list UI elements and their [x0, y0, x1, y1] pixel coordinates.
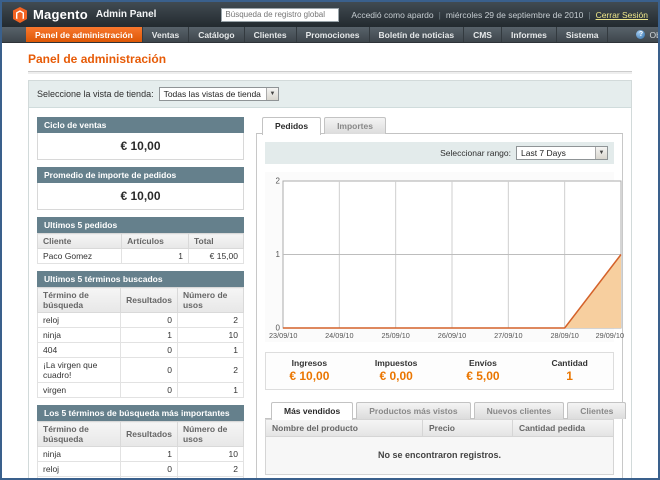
svg-text:28/09/10: 28/09/10 — [550, 331, 578, 340]
svg-text:27/09/10: 27/09/10 — [494, 331, 522, 340]
global-search-input[interactable] — [221, 8, 339, 22]
average-orders-box: Promedio de importe de pedidos € 10,00 — [37, 167, 244, 210]
table-row[interactable]: Paco Gomez 1 € 15,00 — [38, 249, 244, 264]
orders-panel: Seleccionar rango: Last 7 Days ▼ 01223/0… — [256, 134, 623, 480]
store-view-select[interactable]: Todas las vistas de tienda ▼ — [159, 87, 279, 101]
svg-text:1: 1 — [276, 250, 281, 259]
range-label: Seleccionar rango: — [440, 148, 511, 158]
last-search-terms-title: Ultimos 5 términos buscados — [37, 271, 244, 287]
grid-tabs: Más vendidos Productos más vistos Nuevos… — [265, 402, 614, 419]
table-row[interactable]: ninja 1 10 — [38, 447, 244, 462]
grid-empty-message: No se encontraron registros. — [265, 437, 614, 475]
dashboard-content: Seleccione la vista de tienda: Todas las… — [28, 80, 632, 480]
get-help-link[interactable]: ? Obtener ayuda para esta página — [626, 27, 660, 42]
lifetime-sales-title: Ciclo de ventas — [37, 117, 244, 133]
stat-revenue: Ingresos € 10,00 — [266, 358, 353, 383]
browser-window: Magento Admin Panel Accedió como apardo … — [0, 0, 660, 480]
sidebar: Ciclo de ventas € 10,00 Promedio de impo… — [37, 117, 244, 480]
admin-header: Magento Admin Panel Accedió como apardo … — [2, 2, 658, 27]
table-row[interactable]: ¡La virgen que cuadro! 0 2 — [38, 358, 244, 383]
nav-item-promotions[interactable]: Promociones — [297, 27, 370, 42]
average-orders-value: € 10,00 — [37, 183, 244, 210]
range-select[interactable]: Last 7 Days ▼ — [516, 146, 608, 160]
help-icon: ? — [636, 30, 645, 39]
last-orders-box: Ultimos 5 pedidos Cliente Artículos Tota… — [37, 217, 244, 264]
table-row[interactable]: ¡La virgen que cuadro! 0 2 — [38, 477, 244, 480]
nav-item-sales[interactable]: Ventas — [143, 27, 189, 42]
main-nav: Panel de administración Ventas Catálogo … — [2, 27, 658, 43]
nav-item-customers[interactable]: Clientes — [245, 27, 297, 42]
stat-quantity: Cantidad 1 — [526, 358, 613, 383]
last-search-terms-box: Ultimos 5 términos buscados Término de b… — [37, 271, 244, 398]
average-orders-title: Promedio de importe de pedidos — [37, 167, 244, 183]
magento-logo: Magento Admin Panel — [12, 7, 156, 23]
svg-text:26/09/10: 26/09/10 — [438, 331, 466, 340]
svg-text:2: 2 — [276, 177, 281, 186]
stat-tax: Impuestos € 0,00 — [353, 358, 440, 383]
table-row[interactable]: 404 0 1 — [38, 343, 244, 358]
chevron-down-icon: ▼ — [595, 147, 607, 159]
table-row[interactable]: reloj 0 2 — [38, 462, 244, 477]
nav-item-catalog[interactable]: Catálogo — [189, 27, 244, 42]
logged-in-as: Accedió como apardo — [351, 10, 433, 20]
top-search-terms-title: Los 5 términos de búsqueda más important… — [37, 405, 244, 421]
top-search-terms-box: Los 5 términos de búsqueda más important… — [37, 405, 244, 480]
svg-text:23/09/10: 23/09/10 — [269, 331, 297, 340]
lifetime-sales-box: Ciclo de ventas € 10,00 — [37, 117, 244, 160]
page-title: Panel de administración — [28, 52, 632, 72]
bestsellers-grid-header: Nombre del producto Precio Cantidad pedi… — [265, 419, 614, 437]
nav-item-reports[interactable]: Informes — [502, 27, 557, 42]
table-row[interactable]: virgen 0 1 — [38, 383, 244, 398]
store-view-label: Seleccione la vista de tienda: — [37, 89, 154, 99]
nav-item-system[interactable]: Sistema — [557, 27, 609, 42]
store-view-bar: Seleccione la vista de tienda: Todas las… — [29, 81, 631, 108]
logout-link[interactable]: Cerrar Sesión — [596, 10, 648, 20]
tab-amounts[interactable]: Importes — [324, 117, 386, 134]
nav-item-cms[interactable]: CMS — [464, 27, 502, 42]
table-row[interactable]: reloj 0 2 — [38, 313, 244, 328]
table-row[interactable]: ninja 1 10 — [38, 328, 244, 343]
svg-text:24/09/10: 24/09/10 — [325, 331, 353, 340]
nav-item-newsletter[interactable]: Boletín de noticias — [370, 27, 465, 42]
brand-name: Magento — [33, 7, 88, 22]
tab-orders[interactable]: Pedidos — [262, 117, 321, 135]
chevron-down-icon: ▼ — [266, 88, 278, 100]
svg-text:29/09/10: 29/09/10 — [596, 331, 624, 340]
tab-most-viewed[interactable]: Productos más vistos — [356, 402, 470, 419]
stat-shipping: Envíos € 5,00 — [440, 358, 527, 383]
totals-strip: Ingresos € 10,00 Impuestos € 0,00 Envíos… — [265, 352, 614, 390]
last-orders-title: Ultimos 5 pedidos — [37, 217, 244, 233]
tab-new-customers[interactable]: Nuevos clientes — [474, 402, 565, 419]
svg-text:25/09/10: 25/09/10 — [381, 331, 409, 340]
dashboard-main: Pedidos Importes Seleccionar rango: Last… — [256, 117, 623, 480]
diagram-tabs: Pedidos Importes — [256, 117, 623, 134]
nav-item-dashboard[interactable]: Panel de administración — [26, 27, 143, 42]
magento-logo-icon — [12, 7, 28, 23]
current-date: miércoles 29 de septiembre de 2010 — [446, 10, 584, 20]
tab-bestsellers[interactable]: Más vendidos — [271, 402, 353, 420]
tab-customers[interactable]: Clientes — [567, 402, 626, 419]
lifetime-sales-value: € 10,00 — [37, 133, 244, 160]
orders-chart: 01223/09/1024/09/1025/09/1026/09/1027/09… — [267, 174, 625, 342]
orders-chart-area: 01223/09/1024/09/1025/09/1026/09/1027/09… — [265, 172, 614, 342]
brand-suffix: Admin Panel — [96, 9, 157, 20]
range-bar: Seleccionar rango: Last 7 Days ▼ — [265, 142, 614, 164]
